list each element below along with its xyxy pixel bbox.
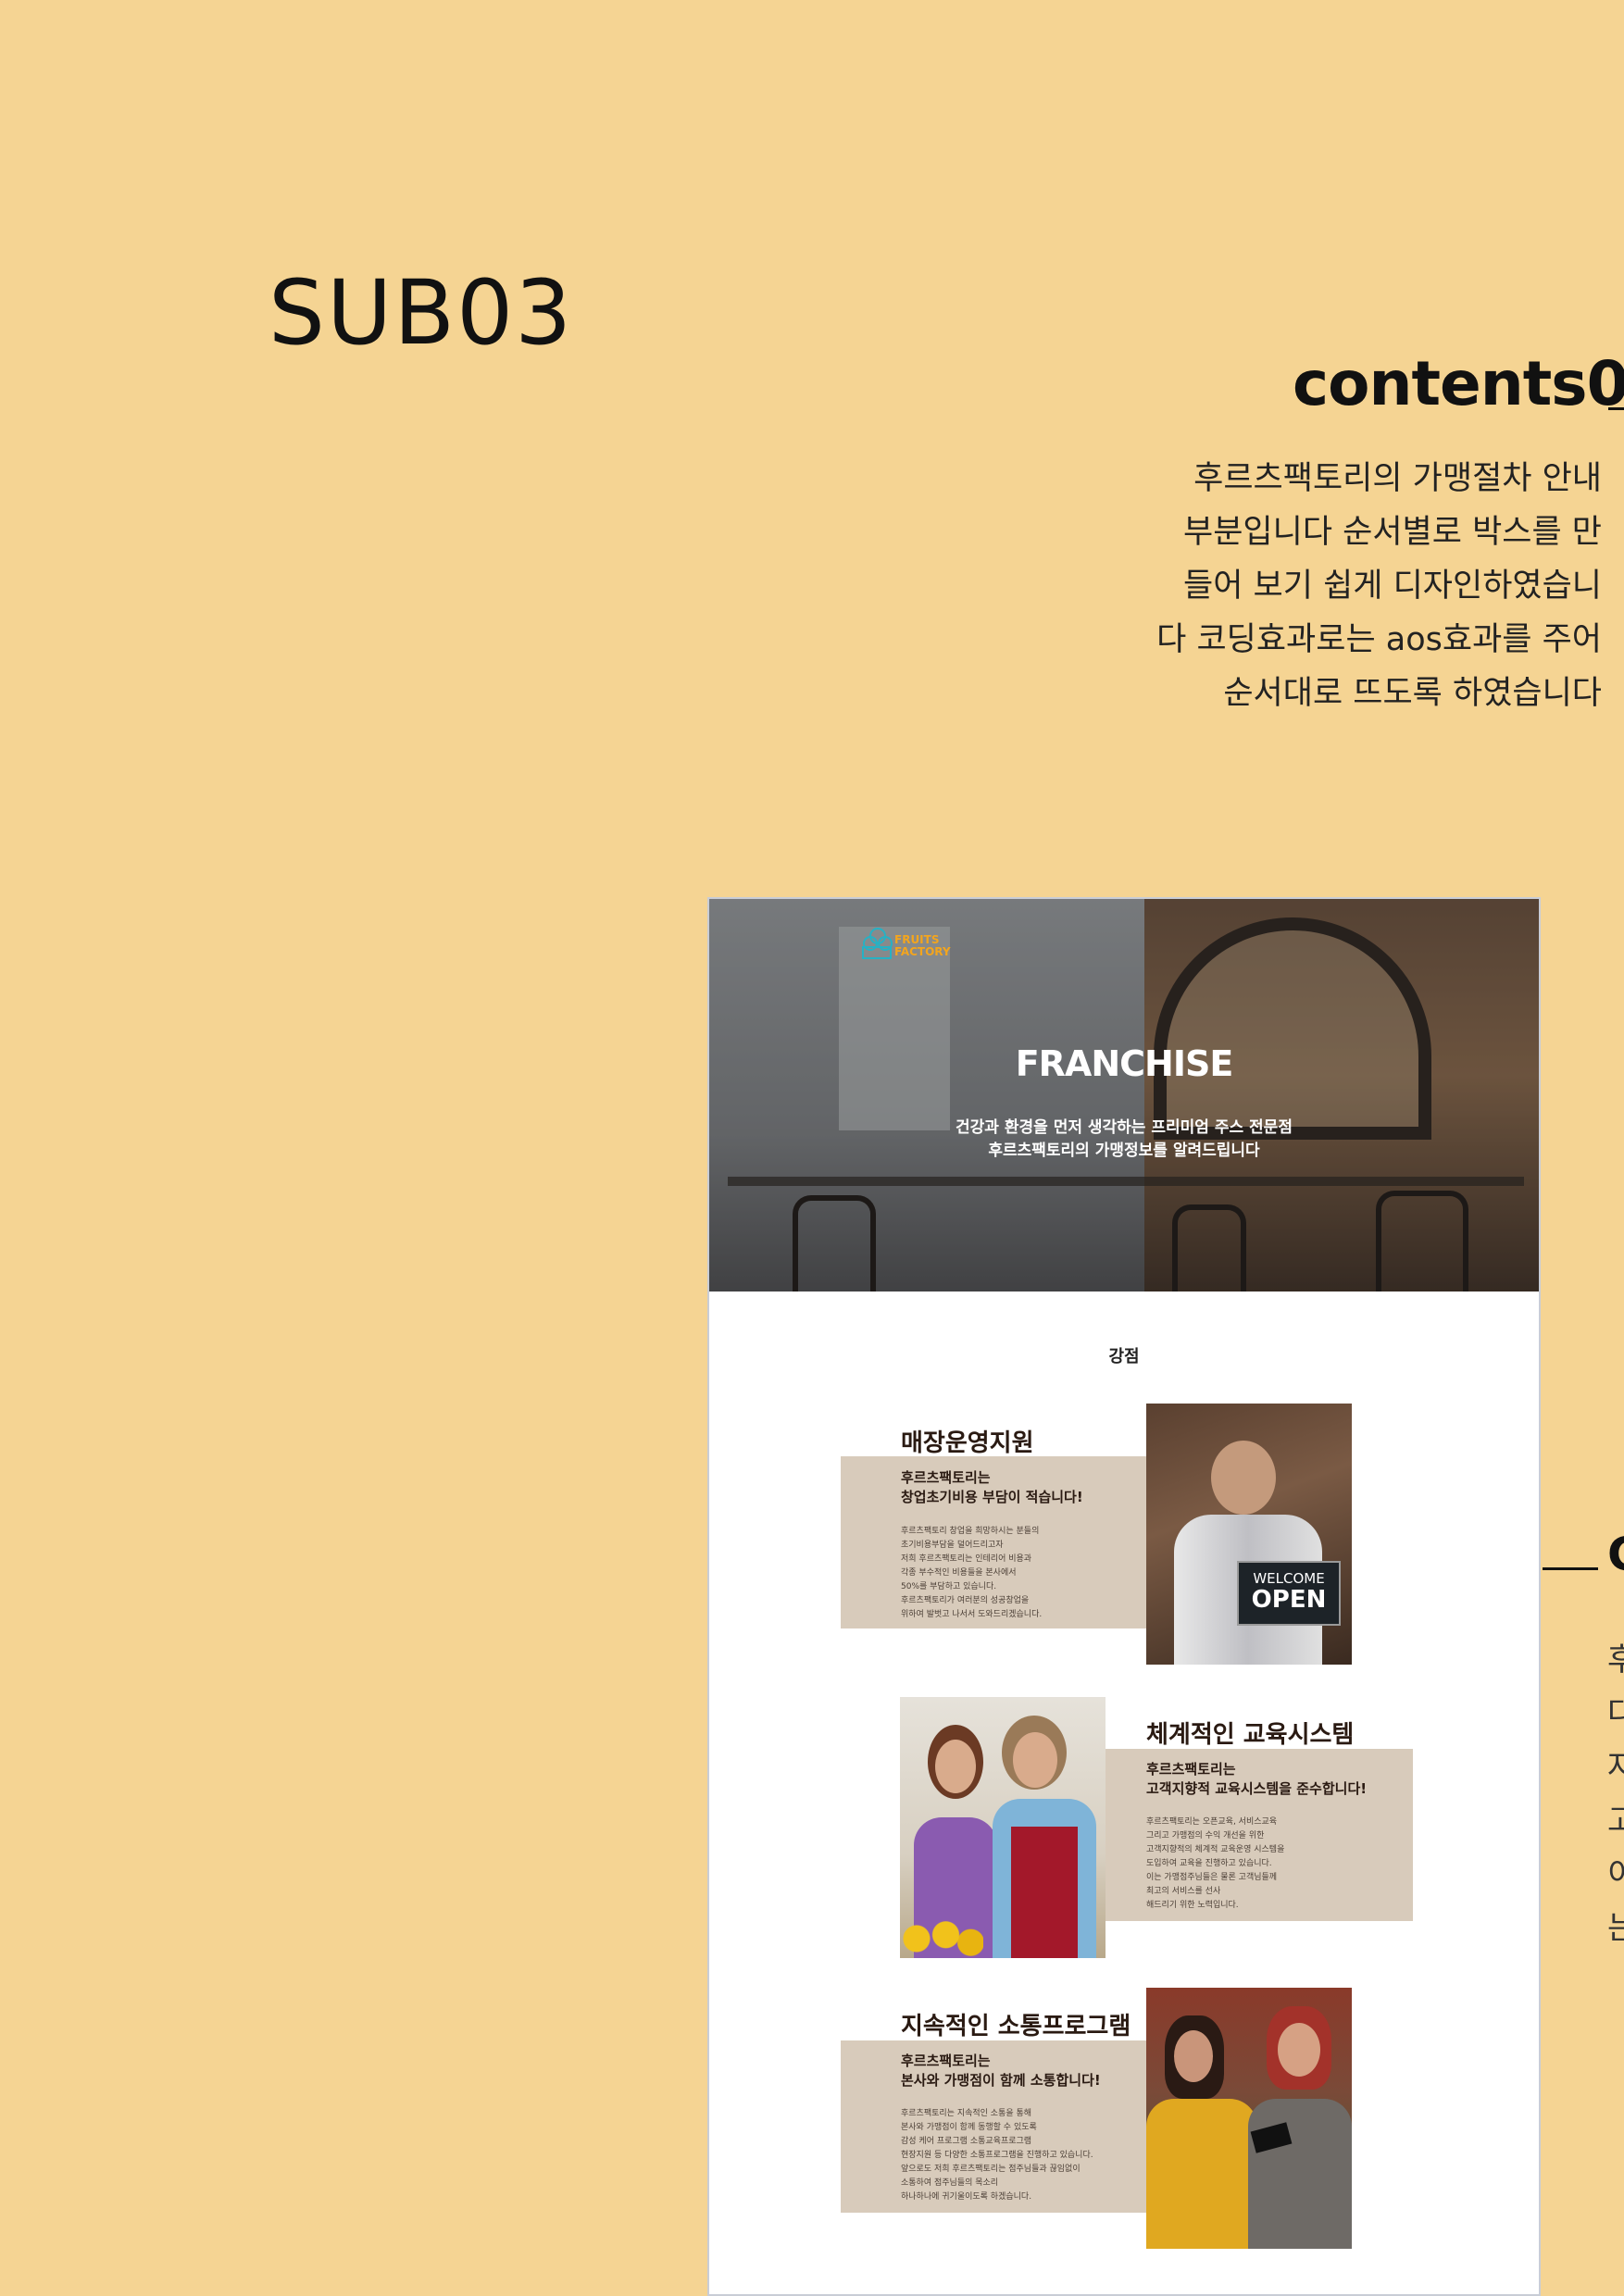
open-sign-open: OPEN: [1251, 1586, 1327, 1614]
hero-subtitle: 후르츠팩토리의 가맹정보를 알려드립니다: [988, 1142, 1260, 1160]
section-title: contents02: [1293, 348, 1624, 419]
card-lead-line: 창업초기비용 부담이 적습니다!: [901, 1489, 1083, 1505]
open-sign-welcome: WELCOME: [1253, 1570, 1325, 1587]
next-section-text-fragment: 는: [1607, 1910, 1624, 1947]
photo-lemons: [900, 1919, 983, 1958]
description-line: 순서대로 뜨도록 하였습니다: [1223, 675, 1602, 712]
card-body-line: 이는 가맹점주님들은 물론 고객님들께: [1146, 1873, 1278, 1882]
card-body-line: 후르츠팩토리는 지속적인 소통을 통해: [901, 2109, 1032, 2118]
card-body-line: 해드리기 위한 노력입니다.: [1146, 1901, 1239, 1910]
open-sign: WELCOME OPEN: [1237, 1561, 1341, 1626]
card-body-line: 저희 후르츠팩토리는 인테리어 비용과: [901, 1554, 1032, 1564]
website-mockup: FRUITS FACTORY FRANCHISE 건강과 환경을 먼저 생각하는…: [707, 897, 1541, 2296]
strength-section-label: 강점: [1108, 1347, 1140, 1366]
description-line: 들어 보기 쉽게 디자인하였습니: [1183, 568, 1602, 605]
photo-woman-face: [935, 1740, 976, 1793]
next-section-text-fragment: 후: [1607, 1641, 1624, 1678]
next-section-title-fragment: C: [1607, 1528, 1624, 1581]
card-body: 후르츠팩토리 창업을 희망하시는 분들의 초기비용부담을 덜어드리고자 저희 후…: [901, 1525, 1042, 1622]
photo-woman-yellow-top: [1146, 2099, 1257, 2249]
section-title-rule: [1608, 407, 1624, 410]
card-heading: 체계적인 교육시스템: [1146, 1721, 1355, 1749]
card-body-line: 하나하나에 귀기울이도록 하겠습니다.: [901, 2192, 1032, 2202]
card-body-line: 초기비용부담을 덜어드리고자: [901, 1541, 1004, 1550]
card-lead-line: 후르츠팩토리는: [1146, 1761, 1236, 1778]
page-sub-title: SUB03: [269, 261, 574, 365]
logo-wordmark[interactable]: FRUITS FACTORY: [894, 934, 951, 958]
welcome-open-sign-photo: WELCOME OPEN: [1146, 1404, 1352, 1665]
card-body-line: 고객지향적의 체계적 교육운영 시스템을: [1146, 1845, 1285, 1854]
card-lead: 후르츠팩토리는 본사와 가맹점이 함께 소통합니다!: [901, 2052, 1101, 2090]
card-body-line: 본사와 가맹점이 함께 동행할 수 있도록: [901, 2123, 1037, 2132]
card-body-line: 도입하여 교육을 진행하고 있습니다.: [1146, 1859, 1272, 1868]
staff-couple-photo: [900, 1697, 1106, 1958]
card-lead-line: 고객지향적 교육시스템을 준수합니다!: [1146, 1780, 1368, 1797]
hero-overlay: [709, 899, 1539, 1292]
next-section-text-fragment: 자: [1607, 1749, 1624, 1786]
card-body-line: 후르츠팩토리 창업을 희망하시는 분들의: [901, 1527, 1040, 1536]
card-body-line: 그리고 가맹점의 수익 개선을 위한: [1146, 1831, 1265, 1841]
card-body-line: 최고의 서비스를 선사: [1146, 1887, 1221, 1896]
card-body-line: 앞으로도 저희 후르츠팩토리는 점주님들과 끊임없이: [901, 2165, 1081, 2174]
description-line: 부분입니다 순서별로 박스를 만: [1183, 514, 1602, 551]
photo-woman-face: [1174, 2030, 1213, 2082]
next-section-rule: [1543, 1567, 1598, 1570]
photo-woman2-body: [1248, 2099, 1352, 2249]
card-heading: 지속적인 소통프로그램: [901, 2013, 1131, 2040]
card-lead: 후르츠팩토리는 창업초기비용 부담이 적습니다!: [901, 1468, 1083, 1507]
next-section-text-fragment: 고: [1607, 1803, 1624, 1840]
hero-banner: FRUITS FACTORY FRANCHISE 건강과 환경을 먼저 생각하는…: [709, 899, 1539, 1292]
card-body-line: 각종 부수적인 비용들을 본사에서: [901, 1568, 1017, 1578]
card-body-line: 후르츠팩토리는 오픈교육, 서비스교육: [1146, 1817, 1278, 1827]
section-description: 후르츠팩토리의 가맹절차 안내 부분입니다 순서별로 박스를 만 들어 보기 쉽…: [1083, 452, 1602, 720]
customer-service-photo: [1146, 1988, 1352, 2249]
hero-title: FRANCHISE: [1015, 1043, 1234, 1084]
card-body-line: 소통하여 점주님들의 목소리: [901, 2178, 999, 2188]
card-body-line: 현장지원 등 다양한 소통프로그램을 진행하고 있습니다.: [901, 2151, 1093, 2160]
photo-man-face: [1013, 1732, 1057, 1788]
description-line: 다 코딩효과로는 aos효과를 주어: [1156, 621, 1602, 658]
card-body-line: 감성 케어 프로그램 소통교육프로그램: [901, 2137, 1032, 2146]
card-lead-line: 후르츠팩토리는: [901, 2053, 991, 2069]
photo-person-head: [1211, 1441, 1276, 1515]
next-section-text-fragment: 이: [1607, 1856, 1624, 1893]
next-section-text-fragment: 다: [1607, 1695, 1624, 1732]
card-lead-line: 본사와 가맹점이 함께 소통합니다!: [901, 2072, 1101, 2089]
hero-subtitle: 건강과 환경을 먼저 생각하는 프리미엄 주스 전문점: [956, 1118, 1293, 1137]
card-lead: 후르츠팩토리는 고객지향적 교육시스템을 준수합니다!: [1146, 1760, 1367, 1799]
card-body-line: 후르츠팩토리가 여러분의 성공창업을: [901, 1596, 1030, 1605]
card-body: 후르츠팩토리는 오픈교육, 서비스교육 그리고 가맹점의 수익 개선을 위한 고…: [1146, 1816, 1284, 1913]
card-body: 후르츠팩토리는 지속적인 소통을 통해 본사와 가맹점이 함께 동행할 수 있도…: [901, 2107, 1093, 2204]
card-body-line: 위하여 발벗고 나서서 도와드리겠습니다.: [901, 1610, 1043, 1619]
card-lead-line: 후르츠팩토리는: [901, 1469, 991, 1486]
logo-line: FACTORY: [894, 945, 951, 958]
card-heading: 매장운영지원: [901, 1429, 1034, 1457]
description-line: 후르츠팩토리의 가맹절차 안내: [1193, 460, 1602, 497]
photo-woman2-face: [1278, 2023, 1320, 2077]
card-body-line: 50%를 부담하고 있습니다.: [901, 1582, 997, 1591]
photo-man-apron: [1011, 1827, 1078, 1958]
